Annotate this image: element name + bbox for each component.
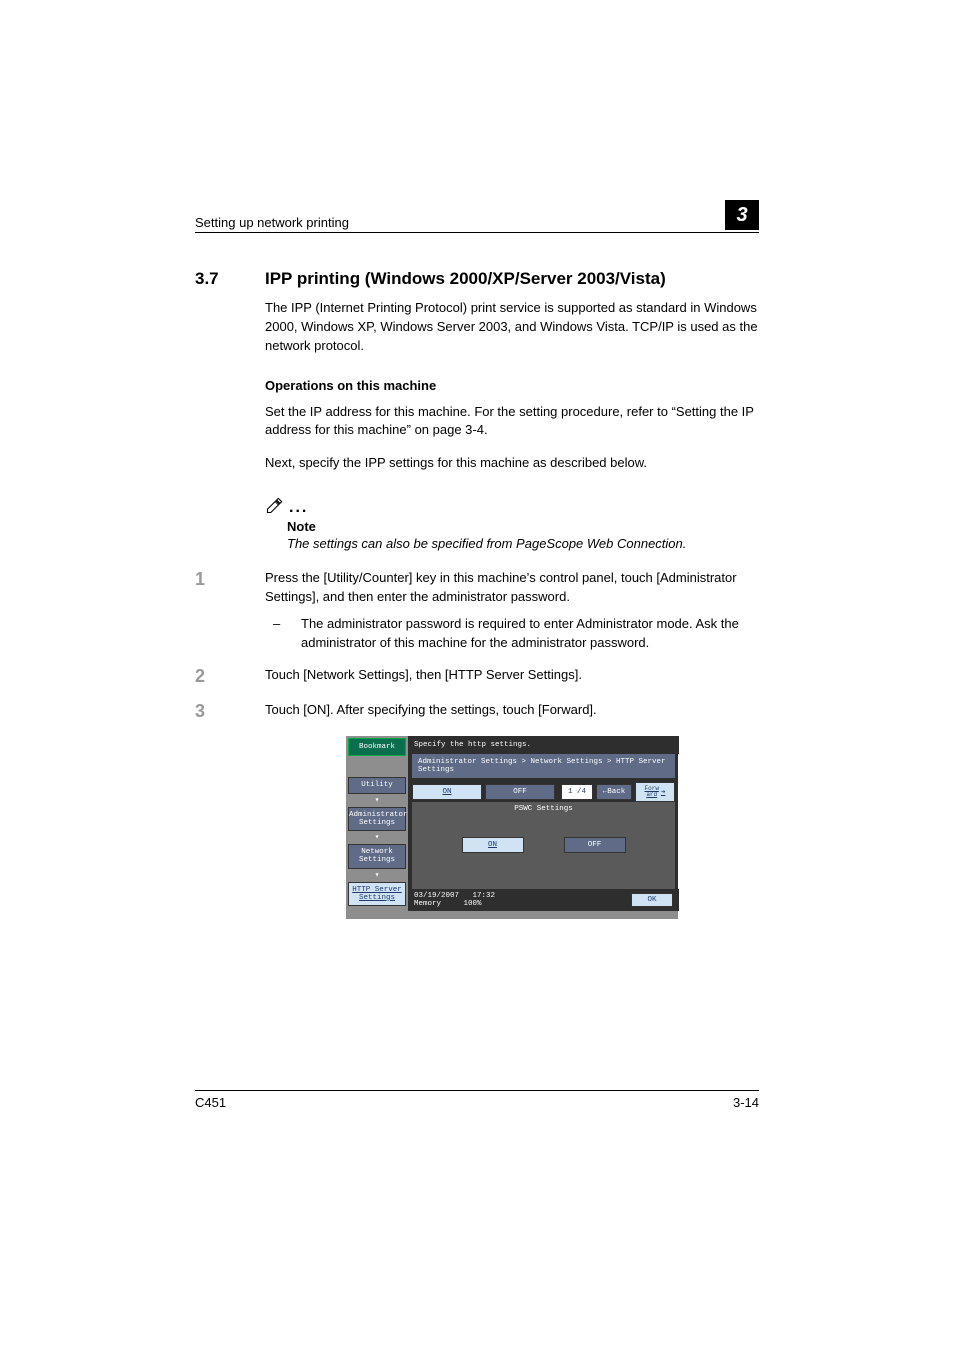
step-subtext: The administrator password is required t… xyxy=(301,615,759,653)
footer-page: 3-14 xyxy=(733,1095,759,1110)
footer-date: 03/19/2007 xyxy=(414,892,459,900)
bullet-dash: – xyxy=(265,615,301,653)
sidebar-item-network-settings[interactable]: Network Settings xyxy=(348,844,406,869)
page-indicator: 1 /4 xyxy=(561,784,593,800)
running-head: Setting up network printing xyxy=(195,215,349,230)
note-text: The settings can also be specified from … xyxy=(287,536,759,551)
step-text: Touch [Network Settings], then [HTTP Ser… xyxy=(265,666,759,687)
footer-memory-value: 100% xyxy=(464,900,482,908)
panel-instruction: Specify the http settings. xyxy=(408,736,679,754)
chapter-number-box: 3 xyxy=(725,200,759,230)
pswc-settings-label: PSWC Settings xyxy=(418,805,669,813)
tab-on[interactable]: ON xyxy=(412,784,482,800)
control-panel-screenshot: Bookmark Utility ▾ Administrator Setting… xyxy=(346,736,678,919)
step-number: 1 xyxy=(195,569,265,652)
pswc-on-button[interactable]: ON xyxy=(462,837,524,853)
footer-time: 17:32 xyxy=(473,892,496,900)
sidebar-item-utility[interactable]: Utility xyxy=(348,777,406,793)
tab-off[interactable]: OFF xyxy=(485,784,555,800)
step-text: Touch [ON]. After specifying the setting… xyxy=(265,701,759,722)
operations-heading: Operations on this machine xyxy=(265,378,759,393)
chevron-down-icon: ▾ xyxy=(348,832,406,842)
section-title: IPP printing (Windows 2000/XP/Server 200… xyxy=(265,269,666,289)
ok-button[interactable]: OK xyxy=(631,893,673,907)
back-button[interactable]: ←Back xyxy=(596,784,632,800)
breadcrumb: Administrator Settings > Network Setting… xyxy=(412,754,675,778)
note-dots-icon: ... xyxy=(289,503,308,515)
forward-button[interactable]: Forw ard ➔ xyxy=(635,782,675,802)
footer-memory-label: Memory xyxy=(414,900,441,908)
operations-p2: Next, specify the IPP settings for this … xyxy=(265,454,759,473)
bookmark-tab[interactable]: Bookmark xyxy=(348,738,406,756)
sidebar-item-http-server-settings[interactable]: HTTP Server Settings xyxy=(348,882,406,907)
chevron-down-icon: ▾ xyxy=(348,795,406,805)
operations-p1: Set the IP address for this machine. For… xyxy=(265,403,759,441)
arrow-right-icon: ➔ xyxy=(661,787,666,797)
section-number: 3.7 xyxy=(195,269,265,289)
footer-model: C451 xyxy=(195,1095,226,1110)
step-number: 2 xyxy=(195,666,265,687)
pswc-off-button[interactable]: OFF xyxy=(564,837,626,853)
note-icon xyxy=(265,495,285,515)
chevron-down-icon: ▾ xyxy=(348,870,406,880)
note-label: Note xyxy=(287,519,759,534)
intro-paragraph: The IPP (Internet Printing Protocol) pri… xyxy=(265,299,759,356)
step-number: 3 xyxy=(195,701,265,722)
step-text: Press the [Utility/Counter] key in this … xyxy=(265,570,737,604)
sidebar-item-admin-settings[interactable]: Administrator Settings xyxy=(348,807,406,832)
